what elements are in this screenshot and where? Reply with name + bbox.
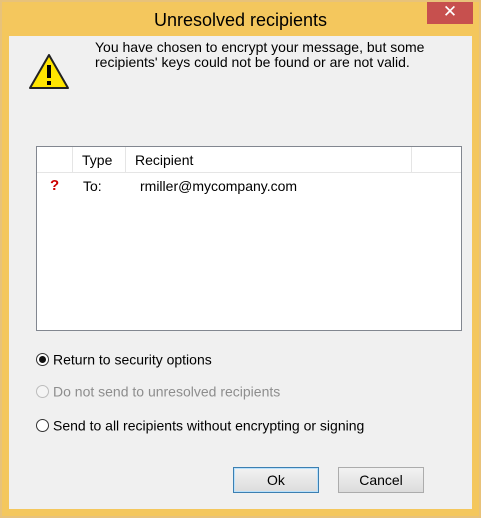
recipient-address: rmiller@mycompany.com (140, 178, 298, 194)
dialog-title: Unresolved recipients (153, 10, 328, 30)
radio-button[interactable] (36, 352, 49, 366)
table-row[interactable]: ? To: rmiller@mycompany.com (37, 176, 461, 196)
type-column-header[interactable]: Type (74, 147, 126, 172)
ok-button[interactable]: Ok (233, 467, 319, 493)
option-label: Return to security options (53, 351, 212, 368)
list-header: Type Recipient (37, 147, 461, 173)
recipient-type: To: (83, 178, 102, 194)
cancel-button[interactable]: Cancel (338, 467, 424, 493)
close-button[interactable]: ✕ (427, 2, 473, 24)
option-label: Send to all recipients without encryptin… (53, 417, 365, 434)
warning-message: You have chosen to encrypt your message,… (95, 39, 425, 70)
recipients-list[interactable]: Type Recipient ? To: rmiller@mycompany.c… (36, 146, 462, 331)
option-send-unencrypted[interactable]: Send to all recipients without encryptin… (36, 415, 364, 435)
option-return-to-security[interactable]: Return to security options (36, 349, 212, 369)
radio-button (36, 384, 49, 398)
dialog-body: You have chosen to encrypt your message,… (9, 36, 472, 509)
radio-button[interactable] (36, 418, 49, 432)
title-bar: Unresolved recipients ✕ (2, 2, 479, 36)
recipient-column-header[interactable]: Recipient (127, 147, 412, 172)
dialog-window: Unresolved recipients ✕ You have chosen … (0, 0, 481, 518)
status-column-header[interactable] (37, 147, 73, 172)
warning-triangle-icon (29, 54, 69, 89)
option-do-not-send: Do not send to unresolved recipients (36, 381, 280, 401)
unresolved-question-icon: ? (50, 177, 60, 194)
option-label: Do not send to unresolved recipients (53, 383, 281, 400)
